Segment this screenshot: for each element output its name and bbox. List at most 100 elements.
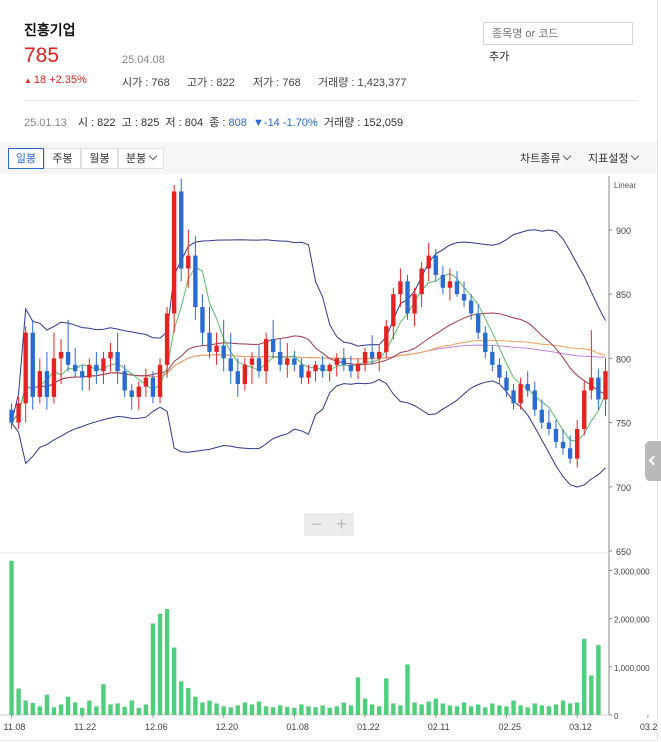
volume-bar (384, 678, 389, 715)
candle-body (171, 191, 177, 314)
candle-body (589, 377, 594, 391)
volume-bar (186, 688, 191, 715)
candle-body (447, 281, 453, 288)
hover-volume: 거래량 : 152,059 (323, 117, 404, 129)
candle-body (122, 371, 127, 391)
stock-name: 진흥기업 (24, 22, 76, 38)
time-tick-label: 01.22 (357, 722, 380, 732)
volume-bar (207, 700, 212, 715)
volume-bar (9, 560, 14, 715)
candle-body (136, 386, 141, 397)
candle-body (214, 345, 219, 352)
volume-bar (214, 703, 219, 715)
candle-body (426, 255, 431, 269)
price-change: ▲ 18 +2.35% (24, 74, 87, 86)
volume-bar (348, 705, 354, 715)
volume-bar (525, 707, 530, 715)
volume-bar (483, 707, 488, 715)
candle-body (23, 332, 28, 404)
candle-body (490, 351, 495, 365)
volume-bar (440, 703, 446, 715)
volume-bar (511, 700, 516, 715)
volume-bar (193, 696, 198, 715)
hover-close: 808 (228, 117, 247, 129)
candle-body (560, 441, 566, 449)
bollinger-lower-line (11, 378, 606, 488)
side-panel-toggle[interactable] (645, 441, 661, 481)
volume-bar (37, 706, 43, 715)
candle-body (150, 377, 156, 397)
candle-body (405, 281, 410, 314)
volume-bar (16, 688, 21, 715)
volume-bar (108, 704, 113, 715)
volume-bar (87, 700, 92, 715)
candle-body (58, 351, 64, 359)
tab-weekly[interactable]: 주봉 (44, 148, 81, 169)
tab-minute[interactable]: 분봉 (118, 148, 164, 169)
candle-body (16, 403, 21, 423)
candle-body (44, 371, 50, 397)
ma5-line (11, 266, 606, 442)
volume-bar (80, 707, 85, 715)
tab-monthly[interactable]: 월봉 (81, 148, 118, 169)
chevron-down-icon (149, 151, 158, 161)
candle-body (200, 307, 205, 333)
volume-bar (228, 707, 233, 715)
candle-body (270, 339, 276, 352)
volume-tick-label: 3,000,000 (614, 567, 650, 576)
hover-close-label: 종 : (209, 117, 229, 129)
candle-body (384, 326, 389, 352)
volume-bar (200, 702, 205, 715)
chart-toolbar: 일봉 주봉 월봉 분봉 차트종류 지표설정 (0, 142, 657, 174)
volume-bar (72, 702, 78, 715)
candle-body (94, 364, 99, 372)
candle-body (115, 351, 120, 372)
volume-tick-label: 0 (614, 712, 619, 721)
low-price: 저가 : 768 (253, 77, 301, 89)
volume-bar (285, 706, 290, 715)
zoom-in-button[interactable]: + (329, 513, 354, 536)
volume-bar (44, 694, 50, 715)
stock-chart[interactable]: Linear 900 850 800 750 700 650 3,000,000 2,000,0… (0, 176, 657, 740)
volume-bar (468, 706, 474, 715)
candle-body (186, 255, 191, 269)
volume-bar (532, 703, 537, 715)
candle-body (497, 364, 502, 378)
candle-body (377, 351, 382, 359)
volume-bar (136, 707, 141, 715)
candle-body (355, 363, 361, 372)
candle-body (454, 281, 460, 295)
indicator-settings-dropdown[interactable]: 지표설정 (588, 150, 640, 166)
candle-body (129, 390, 134, 397)
tab-daily[interactable]: 일봉 (8, 148, 44, 169)
candle-body (518, 384, 523, 404)
candle-body (306, 371, 311, 378)
volume-bar (115, 703, 120, 715)
volume-bar (94, 706, 99, 715)
zoom-out-button[interactable]: − (304, 513, 329, 536)
volume-bar (278, 705, 283, 715)
candle-body (228, 358, 233, 372)
volume-bar (157, 613, 163, 715)
candle-body (546, 422, 552, 429)
candle-body (369, 351, 375, 359)
price-tick-label: 800 (616, 354, 631, 364)
candle-body (603, 371, 608, 400)
candle-body (51, 358, 57, 397)
candle-body (157, 364, 163, 397)
candle-body (504, 377, 509, 391)
candle-body (179, 191, 184, 269)
current-price: 785 (24, 44, 60, 67)
chart-type-dropdown[interactable]: 차트종류 (520, 150, 572, 166)
candle-body (9, 409, 14, 423)
candle-body (242, 364, 248, 385)
hover-date: 25.01.13 (24, 117, 67, 129)
time-tick-label: 11.22 (74, 722, 96, 732)
volume-bar (65, 696, 71, 715)
volume-bar (51, 707, 57, 715)
volume-bar (539, 705, 545, 715)
candle-body (263, 339, 269, 372)
candle-body (341, 358, 347, 365)
stock-search-input[interactable] (483, 22, 633, 45)
add-button[interactable]: 추가 (489, 48, 509, 64)
